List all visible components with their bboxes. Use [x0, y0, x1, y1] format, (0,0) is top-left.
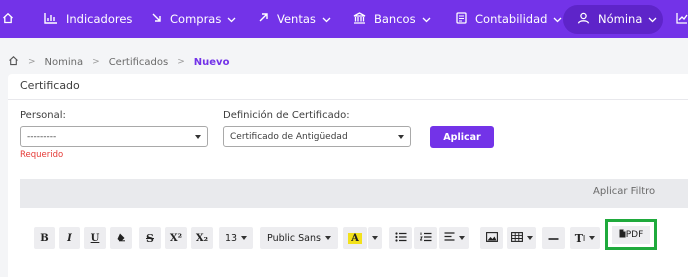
italic-button[interactable]: I — [59, 227, 80, 249]
align-icon — [444, 232, 455, 244]
nav-item-contabilidad[interactable]: Contabilidad — [456, 0, 562, 38]
user-icon — [577, 12, 590, 27]
strikethrough-button[interactable]: S — [139, 227, 161, 249]
font-family-select[interactable]: Public Sans — [260, 227, 338, 249]
underline-button[interactable]: U — [84, 227, 106, 249]
caret-down-icon — [458, 236, 465, 240]
table-select[interactable] — [507, 227, 536, 249]
chevron-down-icon — [322, 12, 331, 26]
bullet-list-button[interactable] — [389, 227, 412, 249]
chevron-down-icon — [553, 12, 562, 26]
caret-down-icon — [526, 236, 533, 240]
horizontal-rule-icon — [548, 233, 559, 244]
nav-item-compras[interactable]: Compras — [151, 0, 236, 38]
font-size-select[interactable]: 13 — [219, 227, 253, 249]
caret-down-icon — [195, 135, 201, 139]
bold-glyph: B — [40, 232, 49, 244]
caret-down-icon — [589, 236, 596, 240]
superscript-glyph: X² — [169, 232, 183, 244]
caret-down-icon — [398, 135, 404, 139]
font-family-value: Public Sans — [267, 232, 321, 244]
breadcrumb-separator: > — [177, 57, 185, 67]
pdf-button[interactable]: PDF — [612, 226, 650, 244]
highlight-button[interactable]: A — [343, 227, 367, 249]
numbered-list-button[interactable] — [414, 227, 437, 249]
personal-select-value: --------- — [27, 131, 57, 142]
breadcrumb-item-certificados[interactable]: Certificados — [109, 57, 169, 68]
apply-button[interactable]: Aplicar — [430, 126, 494, 148]
nav-label: Ventas — [277, 12, 316, 26]
breadcrumb-separator: > — [28, 57, 36, 67]
numbered-list-icon — [419, 232, 432, 245]
personal-required-error: Requerido — [20, 150, 64, 160]
apply-filter-link[interactable]: Aplicar Filtro — [593, 186, 655, 197]
chevron-down-icon — [227, 12, 236, 26]
top-navigation: Indicadores Compras Ventas Bancos Contab… — [0, 0, 688, 38]
subscript-button[interactable]: X₂ — [191, 227, 213, 249]
breadcrumb: > Nomina > Certificados > Nuevo — [8, 55, 229, 69]
nav-label: Contabilidad — [475, 12, 548, 26]
bullet-list-icon — [394, 231, 407, 245]
arrow-down-right-icon — [151, 12, 162, 26]
file-pdf-icon — [619, 229, 626, 241]
nav-label: Indicadores — [66, 12, 133, 26]
breadcrumb-separator: > — [92, 57, 100, 67]
chevron-down-icon — [648, 12, 657, 26]
image-icon — [485, 231, 498, 245]
definicion-label: Definición de Certificado: — [223, 110, 350, 121]
nav-item-reports[interactable] — [676, 0, 688, 38]
table-icon — [510, 231, 523, 245]
align-select[interactable] — [439, 227, 469, 249]
definicion-select-value: Certificado de Antigüedad — [230, 131, 348, 142]
personal-label: Personal: — [20, 110, 66, 121]
nav-item-bancos[interactable]: Bancos — [353, 0, 431, 38]
caret-down-icon — [241, 236, 248, 240]
breadcrumb-item-nomina[interactable]: Nomina — [45, 57, 84, 68]
strikethrough-glyph: S — [146, 231, 154, 245]
pdf-label: PDF — [625, 230, 644, 240]
nav-label: Bancos — [374, 12, 416, 26]
line-chart-icon — [676, 12, 688, 27]
chevron-down-icon — [422, 12, 431, 26]
nav-label: Nómina — [598, 12, 643, 26]
definicion-select[interactable]: Certificado de Antigüedad — [223, 126, 411, 147]
bold-button[interactable]: B — [34, 227, 55, 249]
image-button[interactable] — [480, 227, 503, 249]
card-title: Certificado — [20, 79, 80, 92]
italic-glyph: I — [67, 232, 72, 244]
nav-item-ventas[interactable]: Ventas — [258, 0, 331, 38]
eraser-button[interactable] — [110, 227, 132, 249]
text-style-select[interactable]: TI — [570, 227, 600, 249]
arrow-up-right-icon — [258, 12, 269, 26]
nav-label: Compras — [170, 12, 222, 26]
underline-glyph: U — [90, 232, 100, 244]
horizontal-rule-button[interactable] — [542, 227, 565, 249]
bar-chart-icon — [44, 12, 58, 27]
personal-select[interactable]: --------- — [20, 126, 208, 147]
subscript-glyph: X₂ — [195, 232, 209, 244]
card-divider — [8, 99, 688, 100]
highlight-dropdown[interactable] — [368, 227, 382, 249]
superscript-button[interactable]: X² — [165, 227, 187, 249]
highlight-icon: A — [348, 232, 362, 244]
nav-item-indicadores[interactable]: Indicadores — [44, 0, 132, 38]
filter-bar — [20, 179, 688, 208]
ledger-icon — [456, 11, 467, 27]
home-icon — [2, 12, 14, 27]
nav-home[interactable] — [2, 0, 14, 38]
caret-down-icon — [324, 236, 331, 240]
breadcrumb-current: Nuevo — [193, 56, 230, 68]
eraser-icon — [116, 232, 126, 245]
home-icon[interactable] — [8, 55, 19, 69]
font-size-value: 13 — [224, 232, 238, 244]
text-style-glyph: T — [574, 231, 583, 245]
caret-down-icon — [372, 236, 378, 240]
bank-icon — [353, 11, 366, 27]
nav-item-nomina[interactable]: Nómina — [577, 0, 657, 38]
